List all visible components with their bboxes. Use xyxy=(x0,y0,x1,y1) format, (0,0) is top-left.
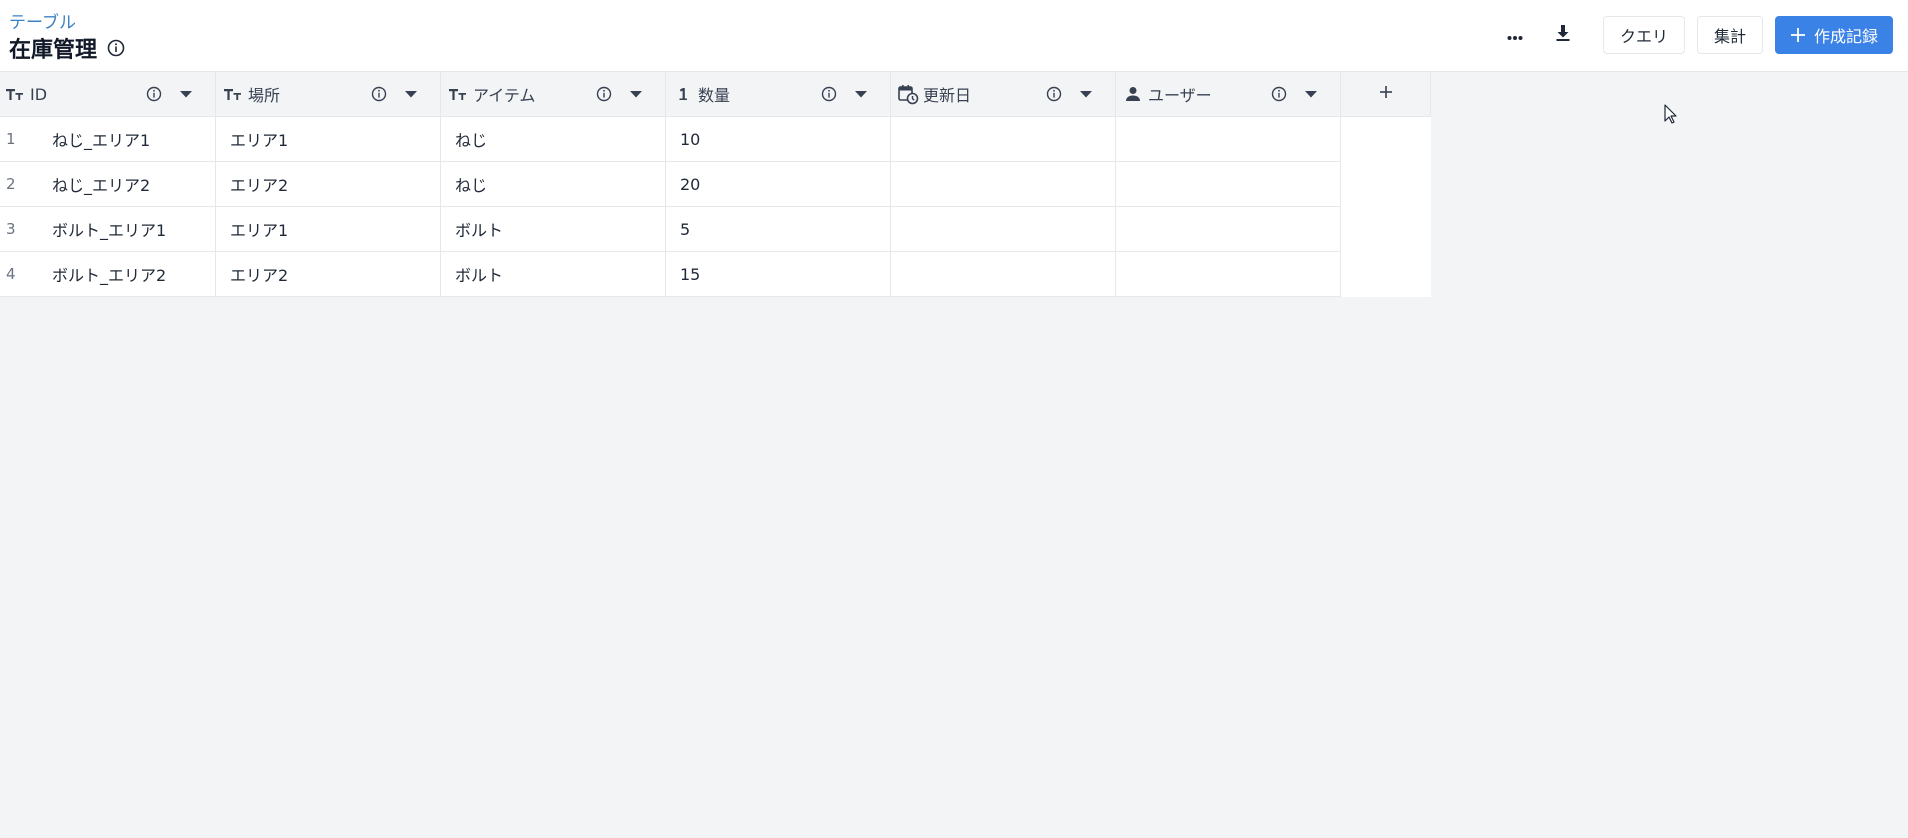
cell-quantity[interactable]: 15 xyxy=(666,252,891,297)
toolbar: クエリ 集計 作成記録 xyxy=(1495,16,1893,54)
table-row[interactable]: 2 ねじ_エリア2 エリア2 ねじ 20 xyxy=(0,162,1431,207)
more-options-button[interactable] xyxy=(1495,16,1535,54)
chevron-down-icon[interactable] xyxy=(1302,85,1320,103)
cell-quantity[interactable]: 10 xyxy=(666,117,891,162)
cell-location[interactable]: エリア2 xyxy=(216,252,441,297)
plus-icon xyxy=(1378,84,1394,104)
cell-id[interactable]: 4 ボルト_エリア2 xyxy=(0,252,216,297)
cell-updated[interactable] xyxy=(891,162,1116,207)
column-header-updated[interactable]: 更新日 xyxy=(891,72,1116,117)
cell-quantity[interactable]: 20 xyxy=(666,162,891,207)
cell-user[interactable] xyxy=(1116,207,1341,252)
cell-updated[interactable] xyxy=(891,207,1116,252)
cell-item[interactable]: ボルト xyxy=(441,252,666,297)
cell-id[interactable]: 3 ボルト_エリア1 xyxy=(0,207,216,252)
download-button[interactable] xyxy=(1543,16,1583,54)
column-label: 更新日 xyxy=(923,86,972,105)
column-header-item[interactable]: アイテム xyxy=(441,72,666,117)
chevron-down-icon[interactable] xyxy=(852,85,870,103)
info-icon[interactable] xyxy=(820,85,838,103)
data-grid: ID 場所 アイテム 数量 更新日 ユーザー 1 ねじ_エリア1 エリア1 ねじ… xyxy=(0,72,1431,297)
header-row: ID 場所 アイテム 数量 更新日 ユーザー xyxy=(0,72,1431,117)
id-value: ボルト_エリア2 xyxy=(52,266,167,285)
cell-user[interactable] xyxy=(1116,117,1341,162)
cell-user[interactable] xyxy=(1116,162,1341,207)
page-header: テーブル 在庫管理 クエリ 集計 作成記録 xyxy=(0,0,1908,72)
cell-item[interactable]: ねじ xyxy=(441,117,666,162)
calendar-clock-icon xyxy=(897,83,919,105)
chevron-down-icon[interactable] xyxy=(627,85,645,103)
column-header-quantity[interactable]: 数量 xyxy=(666,72,891,117)
download-icon xyxy=(1555,24,1571,46)
page-title: 在庫管理 xyxy=(9,38,98,63)
cell-location[interactable]: エリア2 xyxy=(216,162,441,207)
create-record-label: 作成記録 xyxy=(1813,27,1878,46)
info-icon[interactable] xyxy=(595,85,613,103)
text-type-icon xyxy=(447,83,469,105)
cell-user[interactable] xyxy=(1116,252,1341,297)
cell-quantity[interactable]: 5 xyxy=(666,207,891,252)
info-icon[interactable] xyxy=(1270,85,1288,103)
row-number: 2 xyxy=(6,175,16,193)
row-number: 3 xyxy=(6,220,16,238)
user-type-icon xyxy=(1122,83,1144,105)
column-label: ID xyxy=(30,84,48,104)
cell-location[interactable]: エリア1 xyxy=(216,117,441,162)
chevron-down-icon[interactable] xyxy=(402,85,420,103)
cell-updated[interactable] xyxy=(891,117,1116,162)
column-header-user[interactable]: ユーザー xyxy=(1116,72,1341,117)
create-record-button[interactable]: 作成記録 xyxy=(1774,16,1893,54)
text-type-icon xyxy=(222,83,244,105)
cell-id[interactable]: 1 ねじ_エリア1 xyxy=(0,117,216,162)
mouse-cursor-icon xyxy=(1664,104,1678,124)
info-icon[interactable] xyxy=(370,85,388,103)
info-icon[interactable] xyxy=(107,39,125,57)
id-value: ねじ_エリア2 xyxy=(52,176,151,195)
table-row[interactable]: 4 ボルト_エリア2 エリア2 ボルト 15 xyxy=(0,252,1431,297)
row-number: 4 xyxy=(6,265,16,283)
breadcrumb-tables[interactable]: テーブル xyxy=(9,8,76,33)
chevron-down-icon[interactable] xyxy=(1077,85,1095,103)
cell-updated[interactable] xyxy=(891,252,1116,297)
text-type-icon xyxy=(4,83,26,105)
more-horizontal-icon xyxy=(1507,26,1523,45)
title-row: 在庫管理 xyxy=(9,32,125,64)
cell-id[interactable]: 2 ねじ_エリア2 xyxy=(0,162,216,207)
column-label: 場所 xyxy=(248,86,281,105)
column-label: アイテム xyxy=(473,86,536,105)
info-icon[interactable] xyxy=(145,85,163,103)
chevron-down-icon[interactable] xyxy=(177,85,195,103)
info-icon[interactable] xyxy=(1045,85,1063,103)
cell-location[interactable]: エリア1 xyxy=(216,207,441,252)
table-row[interactable]: 3 ボルト_エリア1 エリア1 ボルト 5 xyxy=(0,207,1431,252)
column-label: 数量 xyxy=(698,86,731,105)
column-label: ユーザー xyxy=(1148,86,1212,105)
number-type-icon xyxy=(672,83,694,105)
aggregate-button[interactable]: 集計 xyxy=(1696,16,1763,54)
cell-item[interactable]: ボルト xyxy=(441,207,666,252)
table-row[interactable]: 1 ねじ_エリア1 エリア1 ねじ 10 xyxy=(0,117,1431,162)
id-value: ねじ_エリア1 xyxy=(52,131,151,150)
column-header-location[interactable]: 場所 xyxy=(216,72,441,117)
id-value: ボルト_エリア1 xyxy=(52,221,167,240)
plus-icon xyxy=(1790,27,1806,43)
column-header-id[interactable]: ID xyxy=(0,72,216,117)
row-number: 1 xyxy=(6,130,16,148)
query-button[interactable]: クエリ xyxy=(1602,16,1685,54)
cell-item[interactable]: ねじ xyxy=(441,162,666,207)
add-column-button[interactable] xyxy=(1341,72,1431,117)
